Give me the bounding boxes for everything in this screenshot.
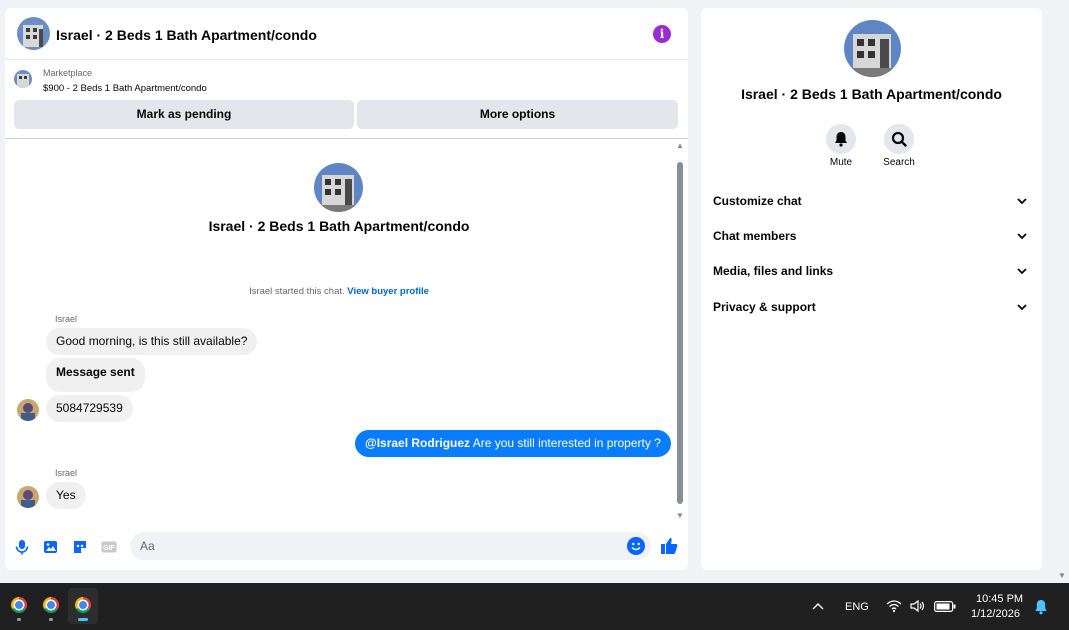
message-input[interactable]: Aa (130, 532, 651, 560)
mute-button[interactable] (826, 124, 856, 154)
info-icon[interactable]: i (653, 25, 671, 43)
wifi-icon[interactable] (886, 599, 902, 613)
taskbar: ENG 10:45 PM 1/12/2026 (0, 583, 1069, 630)
message-composer: GIF Aa (5, 530, 688, 564)
chat-started-line: Israel started this chat. View buyer pro… (5, 286, 673, 297)
page-scroll-down-icon[interactable]: ▼ (1058, 571, 1066, 580)
mention[interactable]: @Israel Rodriguez (365, 436, 470, 450)
message-bubble[interactable]: Good morning, is this still available? (46, 328, 258, 355)
photo-icon[interactable] (42, 538, 60, 556)
marketplace-listing[interactable]: Marketplace $900 - 2 Beds 1 Bath Apartme… (5, 60, 688, 98)
section-label: Privacy & support (713, 300, 816, 314)
intro-title: Israel · 2 Beds 1 Bath Apartment/condo (208, 218, 470, 234)
chevron-down-icon (1017, 198, 1027, 205)
chat-header: Israel · 2 Beds 1 Bath Apartment/condo i (5, 8, 688, 60)
listing-label: Marketplace (43, 68, 93, 78)
clock-date[interactable]: 1/12/2026 (971, 608, 1020, 620)
scroll-thumb[interactable] (677, 162, 683, 504)
message-input-placeholder: Aa (140, 539, 155, 553)
notification-bell-icon[interactable] (1034, 599, 1048, 615)
sticker-icon[interactable] (71, 538, 89, 556)
mark-as-pending-button[interactable]: Mark as pending (14, 100, 354, 129)
section-chat-members[interactable]: Chat members (713, 225, 1031, 247)
section-label: Media, files and links (713, 264, 834, 278)
message-bubble[interactable]: Yes (46, 482, 86, 509)
chat-panel: Israel · 2 Beds 1 Bath Apartment/condo i… (5, 8, 688, 570)
sender-name: Israel (55, 314, 78, 324)
view-buyer-profile-link[interactable]: View buyer profile (347, 286, 429, 297)
chevron-down-icon (1017, 304, 1027, 311)
search-button[interactable] (884, 124, 914, 154)
chat-title[interactable]: Israel · 2 Beds 1 Bath Apartment/condo (56, 27, 317, 43)
mute-label: Mute (829, 157, 853, 168)
chat-scrollbar[interactable]: ▲ ▼ (675, 142, 685, 522)
listing-avatar[interactable] (17, 17, 50, 50)
volume-icon[interactable] (910, 599, 926, 613)
search-label: Search (883, 157, 915, 168)
sender-name: Israel (55, 468, 78, 478)
section-customize-chat[interactable]: Customize chat (713, 190, 1031, 212)
message-bubble[interactable]: Message sent (46, 358, 145, 392)
more-options-button[interactable]: More options (357, 100, 678, 129)
gif-icon[interactable]: GIF (100, 538, 118, 556)
taskbar-chrome-2[interactable] (36, 588, 66, 624)
chrome-icon (75, 597, 91, 613)
sender-avatar[interactable] (17, 486, 39, 508)
section-label: Chat members (713, 229, 797, 243)
clock-time[interactable]: 10:45 PM (976, 593, 1023, 605)
message-bubble[interactable]: 5084729539 (46, 395, 133, 422)
info-title: Israel · 2 Beds 1 Bath Apartment/condo (741, 86, 1002, 102)
info-avatar (844, 20, 901, 77)
started-text: Israel started this chat. (249, 286, 348, 297)
taskbar-chrome-1[interactable] (4, 588, 34, 624)
search-icon (891, 131, 907, 147)
scroll-down-icon[interactable]: ▼ (675, 512, 685, 520)
svg-text:GIF: GIF (103, 545, 115, 552)
scroll-up-icon[interactable]: ▲ (675, 142, 685, 150)
chevron-down-icon (1017, 233, 1027, 240)
outgoing-message-bubble[interactable]: @Israel Rodriguez Are you still interest… (355, 430, 671, 457)
taskbar-chrome-3[interactable] (68, 588, 98, 624)
chevron-down-icon (1017, 268, 1027, 275)
section-privacy-support[interactable]: Privacy & support (713, 296, 1031, 318)
chevron-up-icon[interactable] (812, 601, 824, 611)
section-media-files-links[interactable]: Media, files and links (713, 260, 1031, 282)
chat-info-panel: Israel · 2 Beds 1 Bath Apartment/condo M… (701, 8, 1042, 570)
battery-icon[interactable] (934, 601, 956, 612)
emoji-icon[interactable] (627, 537, 645, 555)
listing-price: $900 - 2 Beds 1 Bath Apartment/condo (43, 83, 207, 94)
chrome-icon (11, 597, 27, 613)
listing-thumbnail (14, 70, 32, 88)
divider (5, 138, 688, 139)
chrome-icon (43, 597, 59, 613)
language-indicator[interactable]: ENG (845, 601, 869, 613)
microphone-icon[interactable] (13, 538, 31, 556)
message-text: Are you still interested in property ? (470, 436, 661, 450)
sender-avatar[interactable] (17, 399, 39, 421)
intro-avatar (314, 163, 363, 212)
bell-icon (835, 132, 847, 147)
thumbs-up-icon[interactable] (659, 536, 678, 554)
section-label: Customize chat (713, 194, 802, 208)
